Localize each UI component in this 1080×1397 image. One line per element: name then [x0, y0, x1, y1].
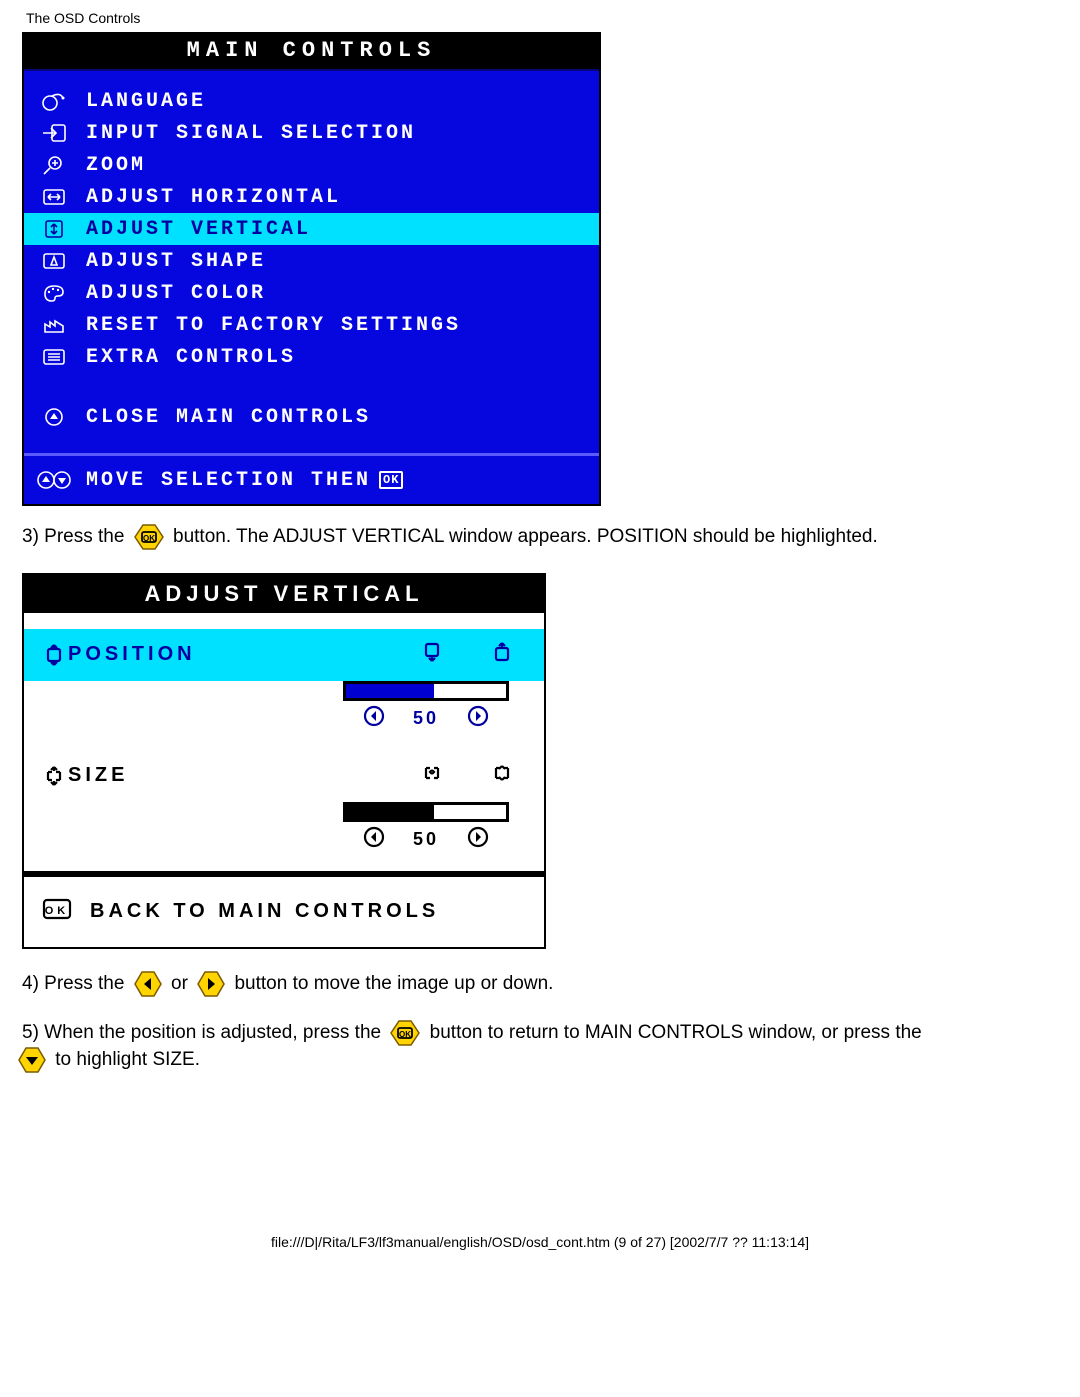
- page-header: The OSD Controls: [26, 10, 1058, 26]
- menu-item-factory[interactable]: RESET TO FACTORY SETTINGS: [24, 309, 599, 341]
- svg-text:OK: OK: [45, 905, 70, 917]
- position-up-icon: [490, 641, 514, 669]
- size-slider[interactable]: [343, 802, 509, 822]
- svg-text:OK: OK: [399, 1030, 411, 1039]
- close-icon: [34, 405, 74, 429]
- updown-icon: [34, 468, 74, 492]
- factory-icon: [34, 313, 74, 337]
- extra-icon: [34, 345, 74, 369]
- menu-item-adjust-h[interactable]: ADJUST HORIZONTAL: [24, 181, 599, 213]
- menu-item-label: ADJUST VERTICAL: [86, 218, 311, 241]
- menu-item-label: ADJUST SHAPE: [86, 250, 266, 273]
- position-label: POSITION: [68, 643, 420, 666]
- av-size-row[interactable]: SIZE: [24, 750, 544, 802]
- adjust-vertical-title: ADJUST VERTICAL: [24, 575, 544, 613]
- av-position-row[interactable]: POSITION: [24, 629, 544, 681]
- size-icon: [40, 764, 68, 788]
- arrow-right-icon[interactable]: [467, 705, 489, 732]
- menu-item-label: CLOSE MAIN CONTROLS: [86, 406, 371, 429]
- ok-icon: OK: [379, 471, 403, 489]
- menu-item-label: LANGUAGE: [86, 90, 206, 113]
- back-label: BACK TO MAIN CONTROLS: [90, 900, 439, 923]
- arrow-right-icon[interactable]: [467, 826, 489, 853]
- menu-item-label: RESET TO FACTORY SETTINGS: [86, 314, 461, 337]
- main-controls-footer: MOVE SELECTION THEN OK: [24, 453, 599, 504]
- step-5-text: 5) When the position is adjusted, press …: [22, 1020, 1058, 1074]
- size-shrink-icon: [420, 762, 444, 790]
- menu-item-input[interactable]: INPUT SIGNAL SELECTION: [24, 117, 599, 149]
- language-icon: [34, 89, 74, 113]
- color-icon: [34, 281, 74, 305]
- size-label: SIZE: [68, 764, 420, 787]
- ok-button-icon: OK: [390, 1020, 420, 1046]
- adjust-v-icon: [34, 217, 74, 241]
- menu-item-adjust-v[interactable]: ADJUST VERTICAL: [24, 213, 599, 245]
- position-value: 50: [413, 708, 439, 729]
- menu-item-shape[interactable]: ADJUST SHAPE: [24, 245, 599, 277]
- menu-item-label: ADJUST COLOR: [86, 282, 266, 305]
- back-to-main[interactable]: OK BACK TO MAIN CONTROLS: [24, 877, 544, 947]
- shape-icon: [34, 249, 74, 273]
- adjust-h-icon: [34, 185, 74, 209]
- size-value: 50: [413, 829, 439, 850]
- right-button-icon: [197, 971, 225, 997]
- position-icon: [40, 643, 68, 667]
- position-down-icon: [420, 641, 444, 669]
- size-slider-row: 50: [24, 802, 544, 871]
- arrow-left-icon[interactable]: [363, 705, 385, 732]
- menu-item-label: INPUT SIGNAL SELECTION: [86, 122, 416, 145]
- menu-item-extra[interactable]: EXTRA CONTROLS: [24, 341, 599, 373]
- size-expand-icon: [490, 762, 514, 790]
- menu-item-label: EXTRA CONTROLS: [86, 346, 296, 369]
- svg-text:OK: OK: [143, 534, 155, 543]
- menu-item-zoom[interactable]: ZOOM: [24, 149, 599, 181]
- menu-item-language[interactable]: LANGUAGE: [24, 85, 599, 117]
- menu-item-label: ZOOM: [86, 154, 146, 177]
- ok-box-icon: OK: [42, 897, 72, 927]
- ok-button-icon: OK: [134, 524, 164, 550]
- down-button-icon: [18, 1047, 46, 1073]
- step-3-text: 3) Press the OK button. The ADJUST VERTI…: [22, 524, 1058, 551]
- menu-item-close[interactable]: CLOSE MAIN CONTROLS: [24, 401, 599, 433]
- left-button-icon: [134, 971, 162, 997]
- page-footer: file:///D|/Rita/LF3/lf3manual/english/OS…: [22, 1234, 1058, 1250]
- step-4-text: 4) Press the or button to move the image…: [22, 971, 1058, 998]
- footer-label: MOVE SELECTION THEN: [86, 469, 371, 492]
- arrow-left-icon[interactable]: [363, 826, 385, 853]
- adjust-vertical-panel: ADJUST VERTICAL POSITION 50: [22, 573, 546, 949]
- menu-item-label: ADJUST HORIZONTAL: [86, 186, 341, 209]
- input-icon: [34, 121, 74, 145]
- position-slider[interactable]: [343, 681, 509, 701]
- main-controls-title: MAIN CONTROLS: [24, 34, 599, 71]
- position-slider-row: 50: [24, 681, 544, 750]
- main-controls-panel: MAIN CONTROLS LANGUAGE INPUT SIGNAL SELE…: [22, 32, 601, 506]
- menu-item-color[interactable]: ADJUST COLOR: [24, 277, 599, 309]
- zoom-icon: [34, 153, 74, 177]
